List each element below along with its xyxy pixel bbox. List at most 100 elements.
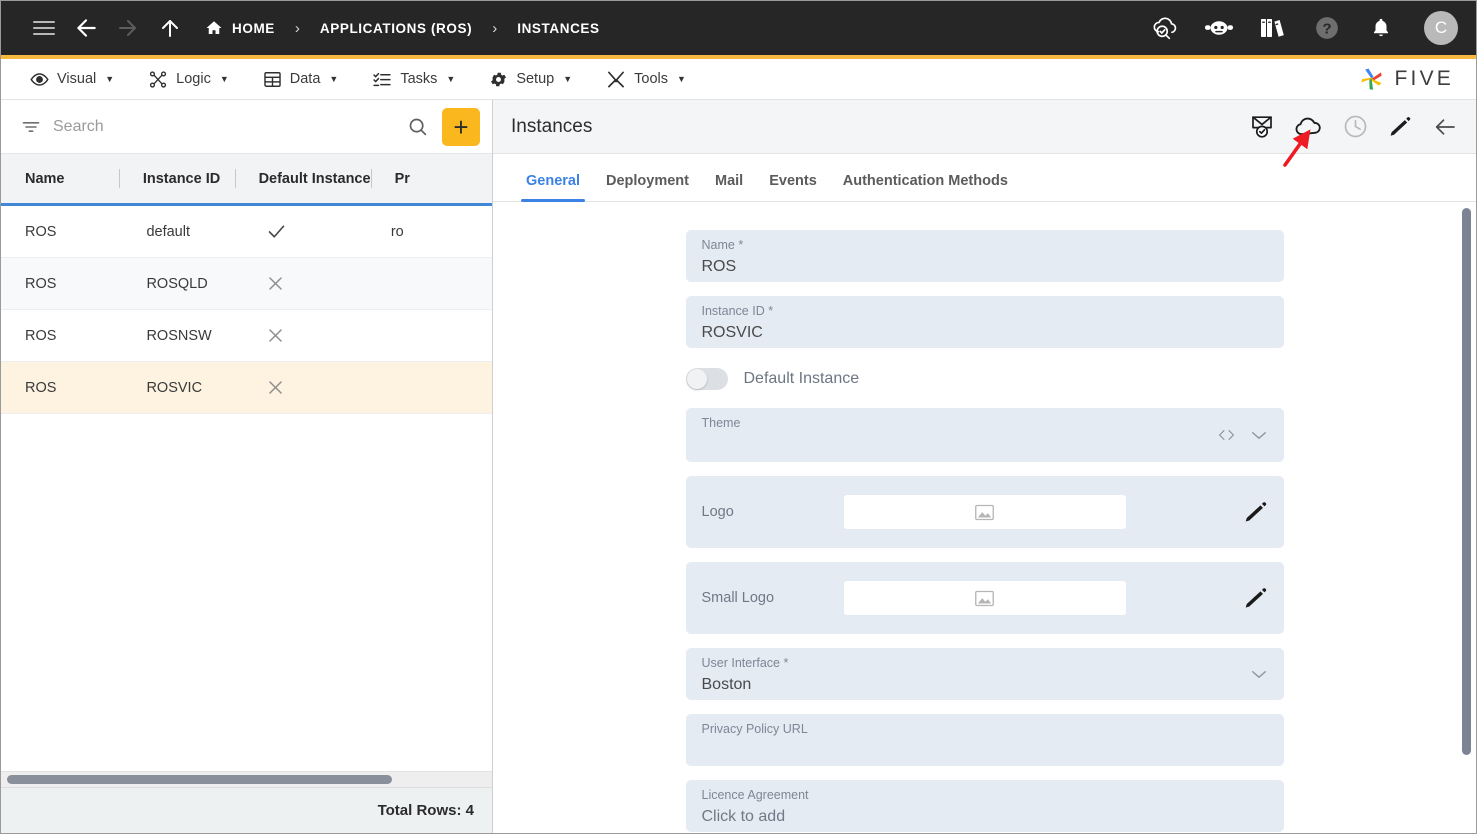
bell-icon[interactable] [1360, 7, 1402, 49]
horizontal-scrollbar[interactable] [1, 771, 492, 787]
small-logo-edit-pencil-icon[interactable] [1243, 586, 1268, 611]
clock-history-icon[interactable] [1343, 114, 1368, 139]
cell-name: ROS [25, 275, 57, 292]
table-row[interactable]: ROS ROSQLD [1, 258, 492, 310]
field-licence-agreement[interactable]: Licence Agreement Click to add [685, 780, 1284, 832]
cell-pr [367, 362, 492, 413]
menu-item-setup[interactable]: Setup ▼ [472, 59, 589, 99]
table-icon [263, 70, 282, 89]
general-form: Name * ROS Instance ID * ROSVIC Default … [493, 202, 1476, 833]
tab-mail[interactable]: Mail [702, 173, 756, 201]
application-window: HOME › APPLICATIONS (ROS) › INSTANCES ? … [0, 0, 1477, 834]
cell-default-instance [242, 310, 367, 361]
menu-item-visual-label: Visual [57, 71, 97, 87]
menu-item-logic[interactable]: Logic ▼ [131, 59, 246, 99]
tab-events[interactable]: Events [756, 173, 830, 201]
field-small-logo-label: Small Logo [701, 590, 775, 606]
checklist-icon [372, 70, 392, 89]
cloud-check-icon[interactable] [1144, 7, 1186, 49]
column-header-instance-id[interactable]: Instance ID [118, 154, 235, 203]
cross-icon [266, 378, 285, 397]
logo-image-slot[interactable] [843, 495, 1126, 529]
field-name-label: Name * [701, 238, 744, 252]
menu-item-tools[interactable]: Tools ▼ [589, 59, 703, 99]
menu-item-tasks-label: Tasks [400, 71, 438, 87]
field-logo-label: Logo [701, 504, 734, 520]
gear-icon [489, 70, 508, 89]
cell-name: ROS [25, 223, 57, 240]
page-title: Instances [511, 115, 593, 137]
search-box[interactable] [13, 107, 436, 147]
add-instance-button[interactable]: + [442, 107, 480, 146]
field-instance-id[interactable]: Instance ID * ROSVIC [685, 296, 1284, 348]
menu-item-visual[interactable]: Visual ▼ [13, 59, 131, 99]
logo-edit-pencil-icon[interactable] [1243, 500, 1268, 525]
tab-authentication-methods[interactable]: Authentication Methods [830, 173, 1021, 201]
tab-deployment[interactable]: Deployment [593, 173, 702, 201]
edit-pencil-icon[interactable] [1388, 115, 1412, 139]
field-privacy-policy-url[interactable]: Privacy Policy URL [685, 714, 1284, 766]
filter-icon[interactable] [21, 117, 41, 137]
column-header-pr[interactable]: Pr [370, 154, 492, 203]
cell-pr [367, 258, 492, 309]
search-icon[interactable] [407, 116, 428, 137]
back-arrow-icon[interactable] [65, 7, 107, 49]
breadcrumb-applications-label: APPLICATIONS (ROS) [319, 20, 473, 36]
column-header-name[interactable]: Name [1, 154, 119, 203]
breadcrumb-applications[interactable]: APPLICATIONS (ROS) [316, 21, 476, 36]
topbar-left-group: HOME › APPLICATIONS (ROS) › INSTANCES [23, 7, 1144, 49]
svg-text:?: ? [1322, 20, 1331, 37]
breadcrumb-instances[interactable]: INSTANCES [513, 21, 603, 36]
chevron-down-icon[interactable] [1250, 429, 1268, 441]
home-icon [205, 19, 223, 37]
table-row[interactable]: ROS ROSNSW [1, 310, 492, 362]
field-user-interface[interactable]: User Interface * Boston [685, 648, 1284, 700]
forward-arrow-icon[interactable] [107, 7, 149, 49]
avatar[interactable]: C [1424, 11, 1458, 45]
vertical-scrollbar-thumb[interactable] [1462, 208, 1471, 755]
menu-icon[interactable] [23, 7, 65, 49]
search-row: + [1, 100, 492, 154]
menu-item-data[interactable]: Data ▼ [246, 59, 356, 99]
cell-default-instance [242, 362, 367, 413]
chevron-down-icon[interactable] [1250, 668, 1268, 680]
breadcrumb-home[interactable]: HOME [201, 19, 279, 37]
books-icon[interactable] [1252, 7, 1294, 49]
eye-icon [30, 70, 49, 89]
small-logo-image-slot[interactable] [843, 581, 1126, 615]
cell-instance-id: ROSVIC [146, 379, 203, 396]
mail-verified-icon[interactable] [1250, 114, 1274, 139]
table-row[interactable]: ROS ROSVIC [1, 362, 492, 414]
field-theme[interactable]: Theme [685, 408, 1284, 462]
back-arrow-icon[interactable] [1432, 115, 1458, 139]
table-body: ROS default ro ROS ROSQLD ROS ROSNSW ROS… [1, 206, 492, 771]
table-row[interactable]: ROS default ro [1, 206, 492, 258]
main-menu-bar: Visual ▼ Logic ▼ Data ▼ Tasks ▼ Setup ▼ … [1, 59, 1476, 100]
tab-general[interactable]: General [513, 173, 593, 202]
vertical-scrollbar[interactable] [1462, 208, 1471, 755]
table-header-row: Name Instance ID Default Instance Pr [1, 154, 492, 206]
up-arrow-icon[interactable] [149, 7, 191, 49]
menu-item-tools-label: Tools [634, 71, 668, 87]
field-instance-id-value: ROSVIC [701, 323, 763, 341]
field-privacy-policy-url-label: Privacy Policy URL [701, 722, 808, 736]
field-theme-label: Theme [701, 416, 741, 430]
field-small-logo[interactable]: Small Logo [685, 562, 1284, 634]
topbar-actions-group: ? C [1144, 7, 1458, 49]
instance-detail-panel: Instances General Deployment Mail Events… [493, 100, 1476, 833]
horizontal-scrollbar-thumb[interactable] [7, 775, 392, 784]
menu-item-tasks[interactable]: Tasks ▼ [355, 59, 472, 99]
robot-chat-icon[interactable] [1198, 7, 1240, 49]
chevron-down-icon: ▼ [219, 74, 229, 84]
code-brackets-icon[interactable] [1217, 428, 1236, 443]
column-header-default-instance[interactable]: Default Instance [234, 154, 371, 203]
search-input[interactable] [53, 117, 395, 136]
help-icon[interactable]: ? [1306, 7, 1348, 49]
field-logo[interactable]: Logo [685, 476, 1284, 548]
brand-logo: FIVE [1358, 66, 1462, 92]
cloud-icon[interactable] [1294, 116, 1323, 138]
avatar-initial: C [1434, 18, 1448, 37]
field-name[interactable]: Name * ROS [685, 230, 1284, 282]
default-instance-toggle[interactable] [685, 368, 728, 390]
breadcrumb-instances-label: INSTANCES [517, 20, 600, 36]
